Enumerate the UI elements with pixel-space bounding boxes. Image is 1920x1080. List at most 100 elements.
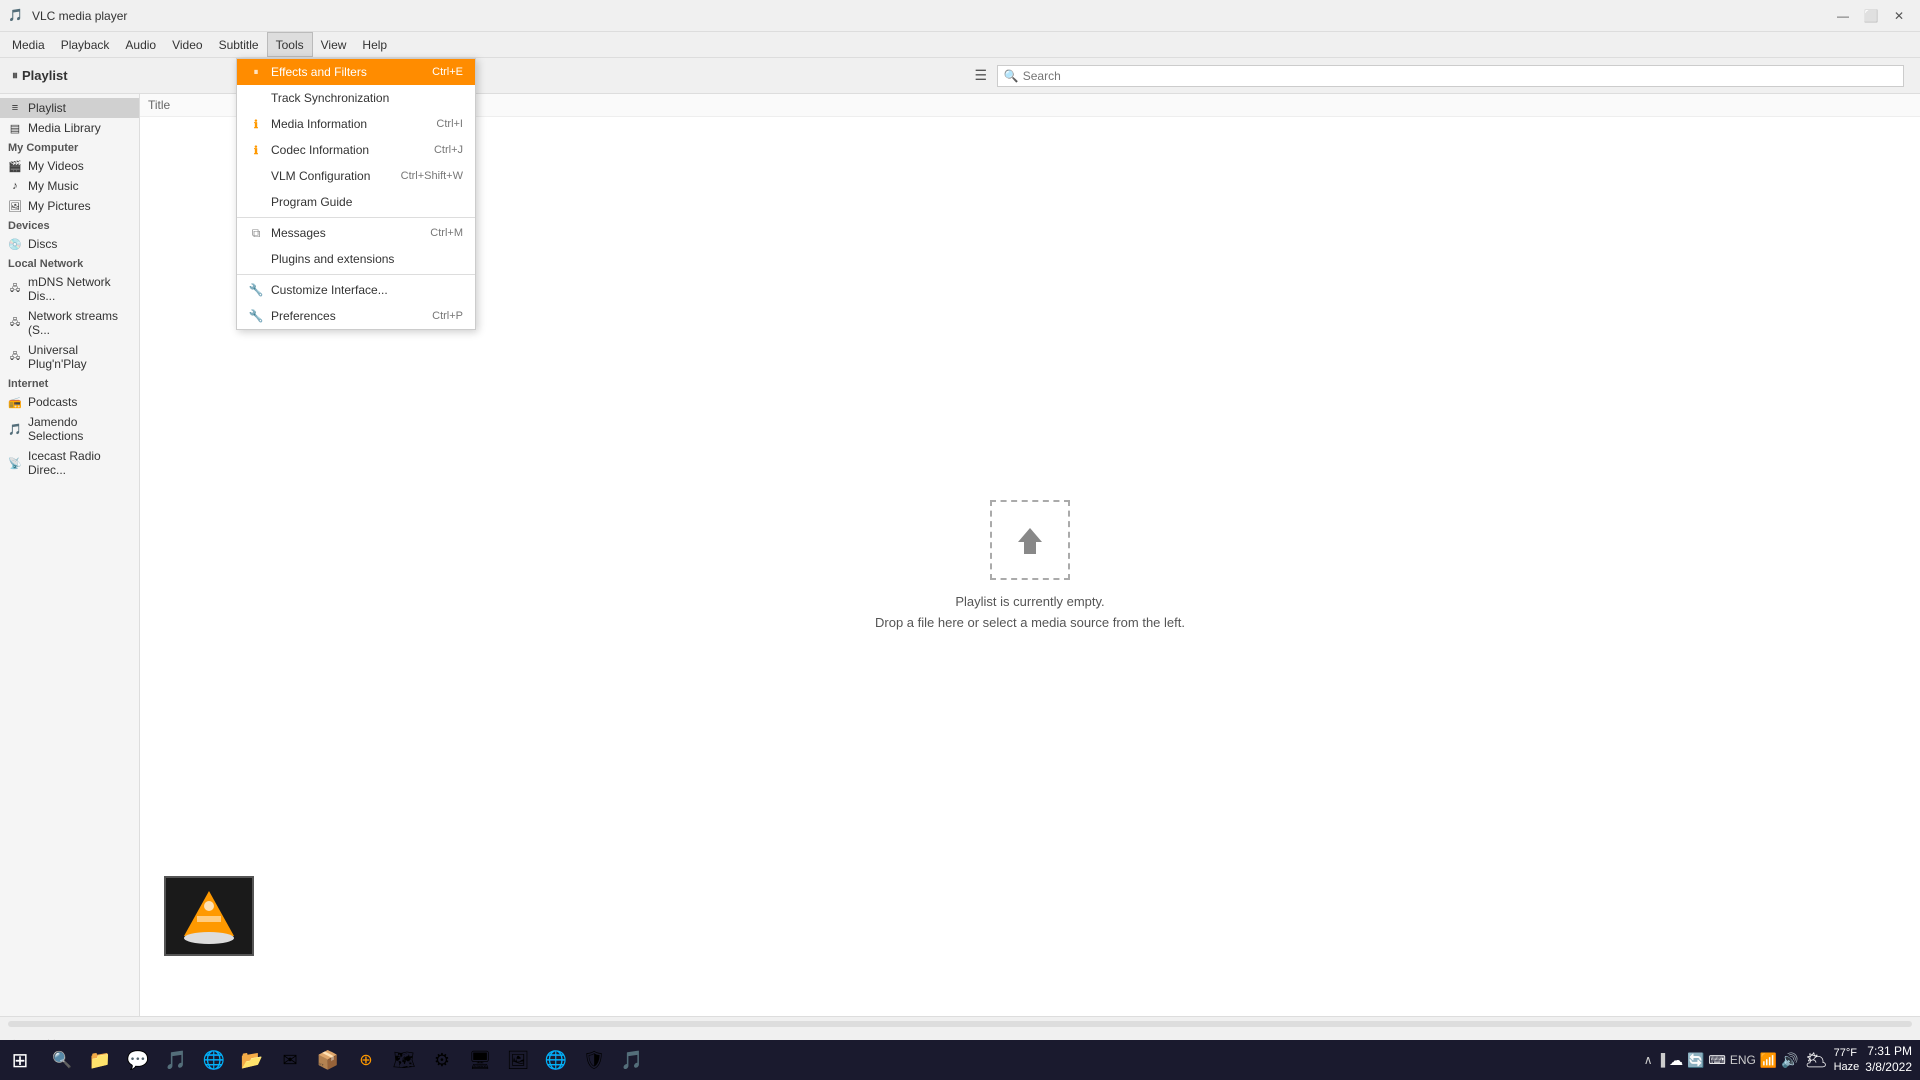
podcasts-icon: 📻 bbox=[8, 395, 22, 409]
vlm-config-shortcut: Ctrl+Shift+W bbox=[401, 170, 463, 182]
sidebar-item-network-streams-label: Network streams (S... bbox=[28, 309, 131, 337]
empty-message-line2: Drop a file here or select a media sourc… bbox=[875, 613, 1185, 634]
taskbar-sys-icons: ∧ ▐ ☁ 🔄 ⌨ ENG 📶 🔊 bbox=[1644, 1052, 1799, 1069]
close-button[interactable]: ✕ bbox=[1886, 3, 1912, 29]
taskbar-search[interactable]: 🔍 bbox=[44, 1042, 80, 1078]
start-button[interactable]: ⊞ bbox=[0, 1040, 40, 1080]
progress-bar[interactable] bbox=[8, 1021, 1912, 1027]
sidebar-item-my-pictures-label: My Pictures bbox=[28, 199, 91, 213]
start-icon: ⊞ bbox=[12, 1048, 29, 1073]
preferences-label: Preferences bbox=[271, 309, 424, 323]
sidebar-item-podcasts[interactable]: 📻 Podcasts bbox=[0, 392, 139, 412]
menu-codec-info[interactable]: ℹ Codec Information Ctrl+J bbox=[237, 137, 475, 163]
taskbar-files[interactable]: 📂 bbox=[234, 1042, 270, 1078]
menu-playback[interactable]: Playback bbox=[53, 32, 118, 57]
taskbar-mail[interactable]: ✉ bbox=[272, 1042, 308, 1078]
menu-bar: Media Playback Audio Video Subtitle Tool… bbox=[0, 32, 1920, 58]
sidebar-item-mdns[interactable]: 🖧 mDNS Network Dis... bbox=[0, 272, 139, 306]
taskbar-maps[interactable]: 🗺 bbox=[386, 1042, 422, 1078]
taskbar-browser2[interactable]: 🌐 bbox=[538, 1042, 574, 1078]
sidebar-item-discs[interactable]: 💿 Discs bbox=[0, 234, 139, 254]
taskbar-edge[interactable]: 🌐 bbox=[196, 1042, 232, 1078]
menu-preferences[interactable]: 🔧 Preferences Ctrl+P bbox=[237, 303, 475, 329]
taskbar-wifi[interactable]: 📶 bbox=[1760, 1052, 1777, 1069]
taskbar-settings[interactable]: ⚙ bbox=[424, 1042, 460, 1078]
menu-help[interactable]: Help bbox=[354, 32, 395, 57]
title-bar: 🎵 VLC media player — ⬜ ✕ bbox=[0, 0, 1920, 32]
maximize-button[interactable]: ⬜ bbox=[1858, 3, 1884, 29]
menu-vlm-config[interactable]: VLM Configuration Ctrl+Shift+W bbox=[237, 163, 475, 189]
menu-video[interactable]: Video bbox=[164, 32, 210, 57]
sidebar-item-media-library[interactable]: ▤ Media Library bbox=[0, 118, 139, 138]
title-bar-left: 🎵 VLC media player bbox=[8, 8, 127, 24]
taskbar-monitor[interactable]: 🖥 bbox=[462, 1042, 498, 1078]
minimize-button[interactable]: — bbox=[1830, 3, 1856, 29]
menu-media-info[interactable]: ℹ Media Information Ctrl+I bbox=[237, 111, 475, 137]
menu-effects-filters[interactable]: ⏸ Effects and Filters Ctrl+E bbox=[237, 59, 475, 85]
sidebar-item-upnp-label: Universal Plug'n'Play bbox=[28, 343, 131, 371]
search-bar: 🔍 bbox=[997, 65, 1904, 87]
mdns-icon: 🖧 bbox=[8, 282, 22, 296]
empty-message-line1: Playlist is currently empty. bbox=[875, 592, 1185, 613]
taskbar-file-explorer[interactable]: 📁 bbox=[82, 1042, 118, 1078]
sidebar-item-jamendo[interactable]: 🎵 Jamendo Selections bbox=[0, 412, 139, 446]
playlist-icon-btn[interactable]: ☰ bbox=[969, 64, 993, 88]
taskbar-vlc[interactable]: 🎵 bbox=[614, 1042, 650, 1078]
menu-program-guide[interactable]: Program Guide bbox=[237, 189, 475, 215]
drop-zone-icon bbox=[990, 500, 1070, 580]
sidebar-item-network-streams[interactable]: 🖧 Network streams (S... bbox=[0, 306, 139, 340]
menu-plugins[interactable]: Plugins and extensions bbox=[237, 246, 475, 272]
menu-track-sync[interactable]: Track Synchronization bbox=[237, 85, 475, 111]
menu-tools[interactable]: Tools bbox=[267, 32, 313, 57]
taskbar-cloud[interactable]: ☁ bbox=[1669, 1052, 1683, 1069]
sidebar-item-my-pictures[interactable]: 🖼 My Pictures bbox=[0, 196, 139, 216]
sidebar-item-my-videos[interactable]: 🎬 My Videos bbox=[0, 156, 139, 176]
effects-filters-label: Effects and Filters bbox=[271, 65, 424, 79]
taskbar-chat[interactable]: 💬 bbox=[120, 1042, 156, 1078]
taskbar: ⊞ 🔍 📁 💬 🎵 🌐 📂 ✉ 📦 ⊕ 🗺 ⚙ 🖥 🖼 🌐 🛡 🎵 ∧ ▐ ☁ … bbox=[0, 1040, 1920, 1080]
menu-view[interactable]: View bbox=[313, 32, 355, 57]
media-library-icon: ▤ bbox=[8, 121, 22, 135]
empty-message: Playlist is currently empty. Drop a file… bbox=[875, 592, 1185, 634]
title-bar-controls: — ⬜ ✕ bbox=[1830, 3, 1912, 29]
taskbar-security[interactable]: 🛡 bbox=[576, 1042, 612, 1078]
discs-icon: 💿 bbox=[8, 237, 22, 251]
preferences-icon: 🔧 bbox=[249, 309, 263, 323]
taskbar-volume[interactable]: 🔊 bbox=[1781, 1052, 1798, 1069]
taskbar-keyboard[interactable]: ⌨ bbox=[1709, 1053, 1726, 1067]
taskbar-photos[interactable]: 🖼 bbox=[500, 1042, 536, 1078]
menu-messages[interactable]: ⧉ Messages Ctrl+M bbox=[237, 220, 475, 246]
menu-subtitle[interactable]: Subtitle bbox=[211, 32, 267, 57]
taskbar-refresh[interactable]: 🔄 bbox=[1687, 1052, 1704, 1069]
taskbar-chrome[interactable]: ⊕ bbox=[348, 1042, 384, 1078]
sidebar-item-playlist[interactable]: ≡ Playlist bbox=[0, 98, 139, 118]
menu-customize[interactable]: 🔧 Customize Interface... bbox=[237, 277, 475, 303]
preferences-shortcut: Ctrl+P bbox=[432, 310, 463, 322]
jamendo-icon: 🎵 bbox=[8, 422, 22, 436]
messages-label: Messages bbox=[271, 226, 422, 240]
search-input[interactable] bbox=[1023, 69, 1897, 83]
my-computer-header: My Computer bbox=[0, 138, 139, 156]
taskbar-up-arrow[interactable]: ∧ bbox=[1644, 1053, 1653, 1067]
menu-audio[interactable]: Audio bbox=[117, 32, 164, 57]
separator-1 bbox=[237, 217, 475, 218]
taskbar-dropbox[interactable]: 📦 bbox=[310, 1042, 346, 1078]
tools-dropdown-menu: ⏸ Effects and Filters Ctrl+E Track Synch… bbox=[236, 58, 476, 330]
weather-icon: 🌥 bbox=[1805, 1050, 1828, 1071]
network-streams-icon: 🖧 bbox=[8, 316, 22, 330]
pause-icon-toolbar: ⏸ bbox=[12, 68, 18, 83]
sidebar-item-icecast[interactable]: 📡 Icecast Radio Direc... bbox=[0, 446, 139, 480]
local-network-header: Local Network bbox=[0, 254, 139, 272]
sidebar-item-my-music[interactable]: ♪ My Music bbox=[0, 176, 139, 196]
clock: 7:31 PM 3/8/2022 bbox=[1865, 1044, 1912, 1075]
sidebar-item-jamendo-label: Jamendo Selections bbox=[28, 415, 131, 443]
icecast-icon: 📡 bbox=[8, 456, 22, 470]
taskbar-bar-icon[interactable]: ▐ bbox=[1657, 1053, 1666, 1067]
taskbar-music[interactable]: 🎵 bbox=[158, 1042, 194, 1078]
sidebar-item-podcasts-label: Podcasts bbox=[28, 395, 77, 409]
menu-media[interactable]: Media bbox=[4, 32, 53, 57]
title-column-header: Title bbox=[148, 98, 170, 112]
sidebar-item-upnp[interactable]: 🖧 Universal Plug'n'Play bbox=[0, 340, 139, 374]
program-guide-label: Program Guide bbox=[271, 195, 455, 209]
codec-info-icon: ℹ bbox=[249, 143, 263, 157]
